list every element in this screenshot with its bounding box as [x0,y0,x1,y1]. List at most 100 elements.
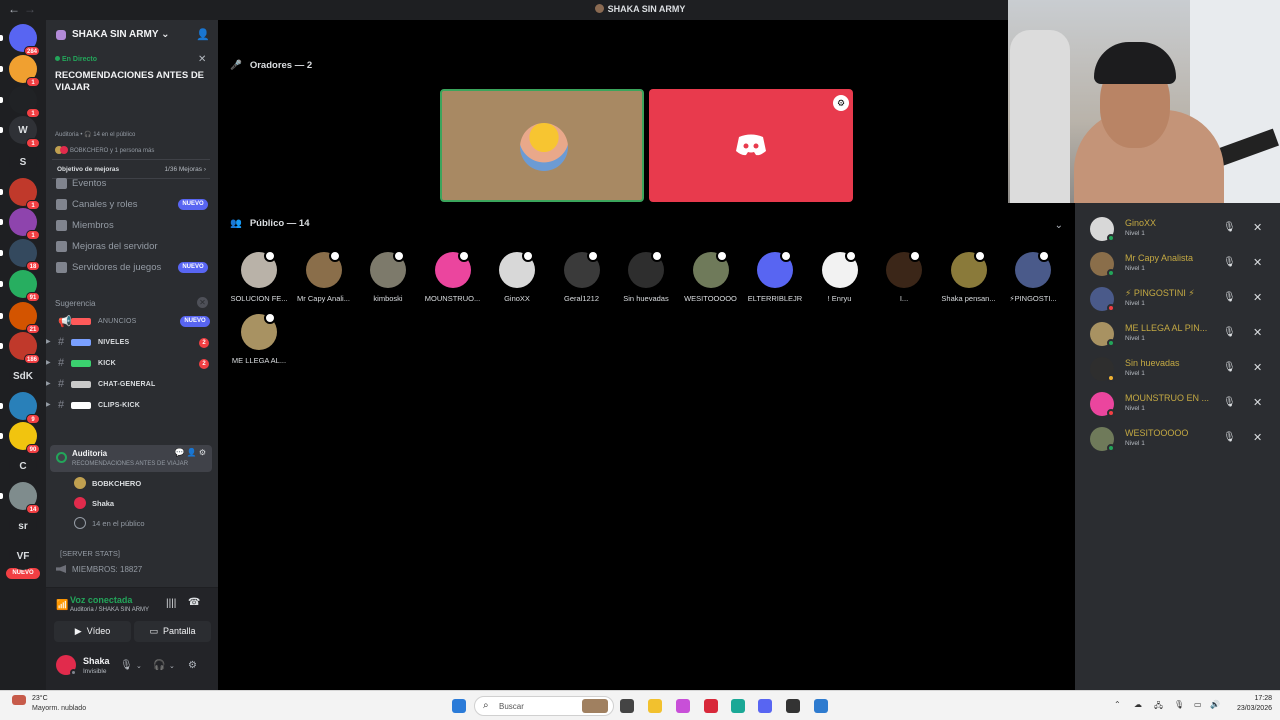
audience-member[interactable]: GinoXX [486,250,548,308]
invite-people-icon[interactable]: 👤 [196,28,210,41]
server-icon[interactable]: C [9,452,37,480]
user-name[interactable]: Shaka [83,656,110,666]
microphone-icon[interactable]: 🎙 [120,660,133,671]
participant-row[interactable]: Mr Capy Analista Nivel 1 🎙 ✕ [1075,248,1280,283]
sidebar-item-channels-roles[interactable]: Canales y roles NUEVO [56,196,210,214]
channel-item[interactable]: ▶ # CLIPS-KICK [46,397,214,415]
windows-start-icon[interactable] [452,699,466,713]
audience-member[interactable]: MOUNSTRUO... [422,250,484,308]
server-icon[interactable]: 1 [9,208,40,240]
audience-member[interactable]: WESITOOOOO [680,250,742,308]
close-icon[interactable]: ✕ [1253,326,1262,339]
screen-share-button[interactable]: ▭ Pantalla [134,621,211,642]
gear-icon[interactable]: ⚙ [833,95,849,111]
sidebar-item-game-servers[interactable]: Servidores de juegos NUEVO [56,259,210,277]
channel-item[interactable]: 📢 ANUNCIOS NUEVO [46,313,214,331]
channel-actions[interactable]: 💬👤⚙ [175,448,208,457]
chevron-up-icon[interactable]: ⌃ [1114,700,1121,709]
server-header[interactable]: SHAKA SIN ARMY ⌄ 👤 [46,20,218,50]
speaker-tile[interactable] [440,89,644,202]
voice-status[interactable]: Voz conectada [70,595,132,605]
participant-row[interactable]: MOUNSTRUO EN ... Nivel 1 🎙 ✕ [1075,388,1280,423]
server-icon[interactable]: 18 [9,239,40,271]
invite-to-speak-icon[interactable]: 🎙 [1223,327,1236,338]
gear-icon[interactable]: ⚙ [188,660,197,671]
server-icon[interactable]: 284 [9,24,40,56]
server-icon[interactable]: 21 [9,302,40,334]
sidebar-item-server-boosts[interactable]: Mejoras del servidor [56,238,210,256]
speaker-icon[interactable]: 🔊 [1210,700,1220,709]
audience-count[interactable]: 14 en el público [74,514,204,532]
audience-member[interactable]: ELTERRIBLEJR [744,250,806,308]
audience-member[interactable]: SOLUCION FE... [228,250,290,308]
channel-item[interactable]: ▶ # KICK 2 [46,355,214,373]
sidebar-item-members[interactable]: Miembros [56,217,210,235]
live-stage-card[interactable]: En Directo ✕ RECOMENDACIONES ANTES DE VI… [46,50,210,155]
server-icon[interactable]: 90 [9,422,40,454]
video-button[interactable]: ▶ Vídeo [54,621,131,642]
edge-browser-icon[interactable] [731,699,745,713]
obs-icon[interactable] [786,699,800,713]
audience-member[interactable]: ME LLEGA AL... [228,312,290,370]
weather-desc[interactable]: Mayorm. nublado [32,705,86,712]
invite-to-speak-icon[interactable]: 🎙 [1223,362,1236,373]
microphone-icon[interactable]: 🎙 [1174,700,1184,709]
members-stat-channel[interactable]: MIEMBROS: 18827 [56,565,142,574]
server-stats-category[interactable]: [SERVER STATS] [60,549,120,558]
clock[interactable]: 17:28 23/03/2026 [1226,694,1272,714]
server-icon[interactable]: S [9,148,37,176]
server-icon[interactable]: 186 [9,332,40,364]
onedrive-icon[interactable]: ☁ [1134,700,1142,709]
copilot-icon[interactable] [676,699,690,713]
chevron-down-icon[interactable]: ⌄ [169,662,175,670]
invite-to-speak-icon[interactable]: 🎙 [1223,432,1236,443]
invite-to-speak-icon[interactable]: 🎙 [1223,397,1236,408]
app-icon[interactable] [814,699,828,713]
discord-app-icon[interactable] [758,699,772,713]
participant-row[interactable]: GinoXX Nivel 1 🎙 ✕ [1075,213,1280,248]
signal-icon[interactable]: 📶 [56,600,68,611]
audience-member[interactable]: kimboski [357,250,419,308]
participant-row[interactable]: ⚡ PINGOSTINI ⚡ Nivel 1 🎙 ✕ [1075,283,1280,318]
invite-to-speak-icon[interactable]: 🎙 [1223,222,1236,233]
close-icon[interactable]: ✕ [198,54,206,65]
server-icon[interactable]: 1 [9,178,40,210]
network-icon[interactable]: 🖧 [1154,700,1163,714]
audience-member[interactable]: Geral1212 [551,250,613,308]
audience-member[interactable]: ! Enryu [809,250,871,308]
server-icon[interactable]: W1 [9,116,40,148]
server-icon[interactable]: 1 [9,55,40,87]
audience-member[interactable]: ⚡PINGOSTI... [1002,250,1064,308]
audience-member[interactable]: Mr Capy Anali... [293,250,355,308]
file-explorer-icon[interactable] [648,699,662,713]
speaker-tile[interactable]: ⚙ [649,89,853,202]
chevron-down-icon[interactable]: ⌄ [136,662,142,670]
news-widget-icon[interactable] [582,699,608,713]
audience-member[interactable]: Sin huevadas [615,250,677,308]
participant-row[interactable]: ME LLEGA AL PIN... Nivel 1 🎙 ✕ [1075,318,1280,353]
invite-to-speak-icon[interactable]: 🎙 [1223,257,1236,268]
server-icon[interactable]: VF [9,542,37,570]
server-icon[interactable]: 14 [9,482,40,514]
invite-to-speak-icon[interactable]: 🎙 [1223,292,1236,303]
task-view-icon[interactable] [620,699,634,713]
server-icon[interactable]: SdK [9,362,37,390]
stage-channel-auditoria[interactable]: Auditoria RECOMENDACIONES ANTES DE VIAJA… [50,445,212,472]
server-icon[interactable]: 1 [9,86,40,118]
server-icon[interactable]: 91 [9,270,40,302]
audience-member[interactable]: Shaka pensan... [938,250,1000,308]
headphones-icon[interactable]: 🎧 [153,660,165,671]
participant-row[interactable]: Sin huevadas Nivel 1 🎙 ✕ [1075,353,1280,388]
close-icon[interactable]: ✕ [1253,291,1262,304]
disconnect-icon[interactable]: ☎ [188,597,200,608]
app-icon[interactable] [704,699,718,713]
channel-item[interactable]: ▶ # NIVELES 2 [46,334,214,352]
weather-temp[interactable]: 23°C [32,695,48,702]
voice-user[interactable]: Shaka [74,494,204,512]
close-icon[interactable]: ✕ [1253,256,1262,269]
server-icon[interactable]: sr [9,512,37,540]
participant-row[interactable]: WESITOOOOO Nivel 1 🎙 ✕ [1075,423,1280,458]
channel-item[interactable]: ▶ # CHAT-GENERAL [46,376,214,394]
weather-icon[interactable] [12,695,26,705]
audience-member[interactable]: I... [873,250,935,308]
